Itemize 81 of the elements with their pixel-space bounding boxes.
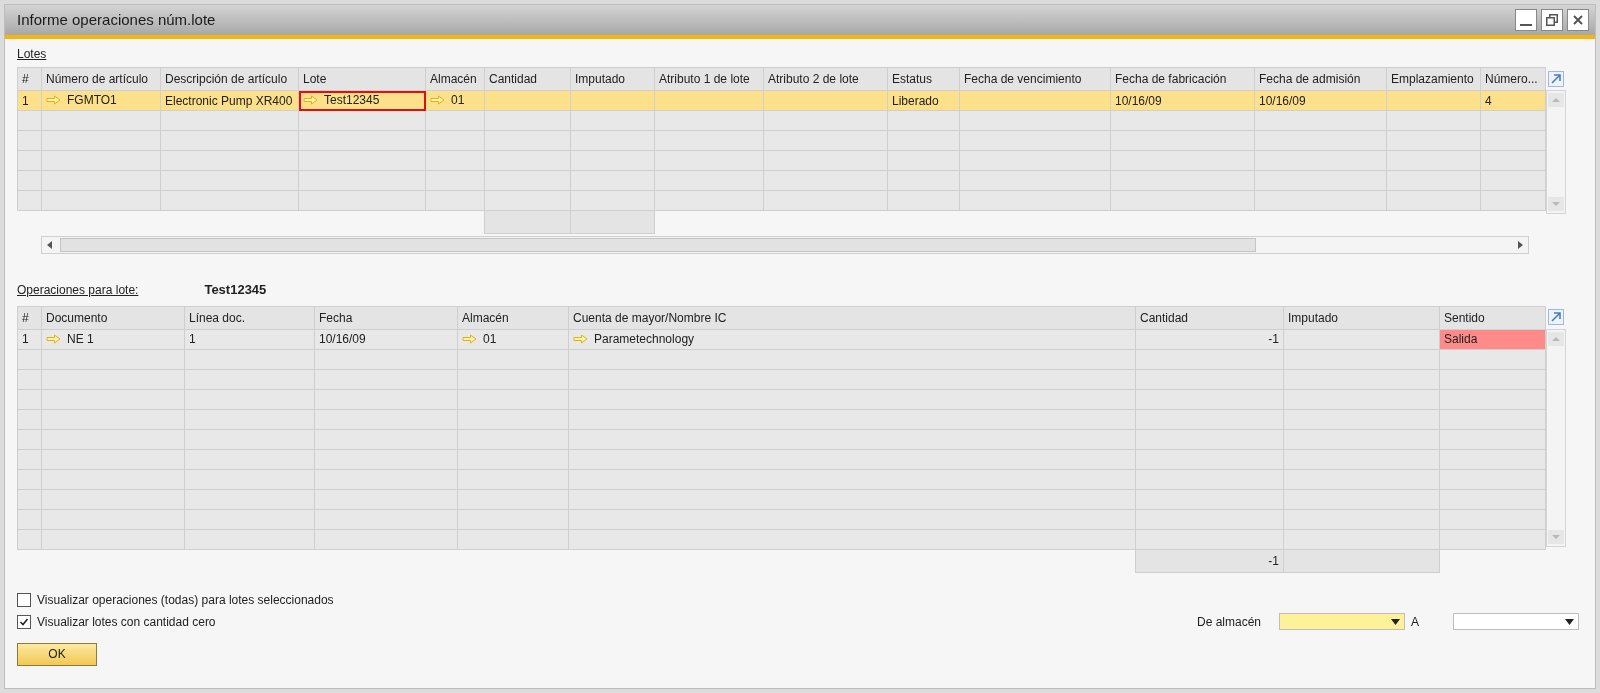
- lote-value: Test12345: [204, 281, 267, 299]
- vertical-scrollbar[interactable]: [1546, 328, 1566, 547]
- column-header[interactable]: Atributo 1 de lote: [654, 67, 764, 91]
- link-arrow-icon[interactable]: [430, 95, 445, 105]
- table-cell: 10/16/09: [1254, 90, 1387, 111]
- table-cell: 10/16/09: [1110, 90, 1255, 111]
- column-header[interactable]: Documento: [41, 306, 185, 329]
- close-button[interactable]: [1567, 9, 1589, 31]
- checkmark-icon: [19, 616, 29, 627]
- scroll-down-icon[interactable]: [1548, 197, 1564, 211]
- column-header[interactable]: Fecha de fabricación: [1110, 67, 1255, 91]
- link-arrow-icon[interactable]: [573, 333, 588, 344]
- horizontal-scrollbar[interactable]: [41, 236, 1529, 254]
- column-header[interactable]: #: [17, 306, 42, 329]
- column-header[interactable]: Cuenta de mayor/Nombre IC: [568, 306, 1136, 329]
- filter-label: A: [1411, 613, 1420, 631]
- scroll-up-icon[interactable]: [1548, 93, 1564, 107]
- table-cell: Parametechnology: [568, 329, 1136, 349]
- dropdown-field[interactable]: [1279, 613, 1405, 630]
- column-header[interactable]: Cantidad: [484, 67, 571, 91]
- table-cell: Liberado: [887, 90, 960, 111]
- table-cell: Electronic Pump XR400: [160, 90, 299, 111]
- scroll-down-icon[interactable]: [1548, 529, 1564, 544]
- column-header[interactable]: Lote: [298, 67, 426, 91]
- column-header[interactable]: Fecha de admisión: [1254, 67, 1387, 91]
- dropdown-caret-icon: [1391, 618, 1400, 625]
- column-header[interactable]: Imputado: [1283, 306, 1440, 329]
- table-row[interactable]: 1 FGMTO1 Electronic Pump XR400 Test12345 01 Liberado 10/16/09 10/16/09 4: [17, 90, 1546, 111]
- table-cell: 01: [425, 90, 485, 111]
- table-cell: 4: [1480, 90, 1546, 111]
- restore-icon: [1546, 14, 1558, 26]
- window-title: Informe operaciones núm.lote: [17, 9, 216, 30]
- column-header[interactable]: Emplazamiento: [1386, 67, 1481, 91]
- table-cell: -1: [1135, 329, 1284, 349]
- column-header[interactable]: Número...: [1480, 67, 1546, 91]
- column-header[interactable]: Cantidad: [1135, 306, 1284, 329]
- column-header[interactable]: Sentido: [1439, 306, 1546, 329]
- table-row[interactable]: 1 NE 1 1 10/16/09 01 Parametechnology -1 Salida: [17, 329, 1546, 349]
- dropdown-field[interactable]: [1453, 613, 1579, 630]
- minimize-icon: [1520, 24, 1532, 26]
- restore-button[interactable]: [1541, 9, 1563, 31]
- table-cell: Test12345: [298, 90, 426, 111]
- filter-label: De almacén: [1197, 613, 1263, 631]
- link-arrow-icon[interactable]: [462, 333, 477, 344]
- scroll-up-icon[interactable]: [1548, 331, 1564, 346]
- scroll-thumb[interactable]: [60, 238, 1256, 252]
- section-label: Lotes: [17, 46, 47, 63]
- section-label: Operaciones para lote:: [17, 281, 139, 299]
- checkbox[interactable]: [17, 592, 31, 607]
- vertical-scrollbar[interactable]: [1546, 90, 1566, 214]
- table-cell: 1: [17, 329, 42, 349]
- ok-button[interactable]: OK: [17, 642, 97, 666]
- total-cell: -1: [1135, 549, 1284, 572]
- expand-icon[interactable]: [1548, 309, 1564, 325]
- table-cell: 01: [457, 329, 569, 349]
- column-header[interactable]: Línea doc.: [184, 306, 315, 329]
- column-header[interactable]: Descripción de artículo: [160, 67, 299, 91]
- checkbox[interactable]: [17, 614, 31, 629]
- column-header[interactable]: Almacén: [425, 67, 485, 91]
- minimize-button[interactable]: [1515, 9, 1537, 31]
- link-arrow-icon[interactable]: [46, 333, 61, 344]
- table-cell: 10/16/09: [314, 329, 458, 349]
- column-header[interactable]: #: [17, 67, 42, 91]
- close-icon: [1573, 15, 1583, 25]
- table-cell: 1: [184, 329, 315, 349]
- column-header[interactable]: Fecha: [314, 306, 458, 329]
- link-arrow-icon[interactable]: [303, 95, 318, 105]
- table-cell: 1: [17, 90, 42, 111]
- dropdown-caret-icon: [1565, 618, 1574, 625]
- column-header[interactable]: Estatus: [887, 67, 960, 91]
- checkbox-label: Visualizar lotes con cantidad cero: [37, 613, 216, 631]
- checkbox-label: Visualizar operaciones (todas) para lotes seleccionados: [37, 591, 334, 609]
- column-header[interactable]: Imputado: [570, 67, 655, 91]
- link-arrow-icon[interactable]: [46, 95, 61, 105]
- column-header[interactable]: Número de artículo: [41, 67, 161, 91]
- column-header[interactable]: Almacén: [457, 306, 569, 329]
- table-cell: FGMTO1: [41, 90, 161, 111]
- column-header[interactable]: Atributo 2 de lote: [763, 67, 888, 91]
- expand-icon[interactable]: [1548, 70, 1564, 87]
- column-header[interactable]: Fecha de vencimiento: [959, 67, 1111, 91]
- table-cell: NE 1: [41, 329, 185, 349]
